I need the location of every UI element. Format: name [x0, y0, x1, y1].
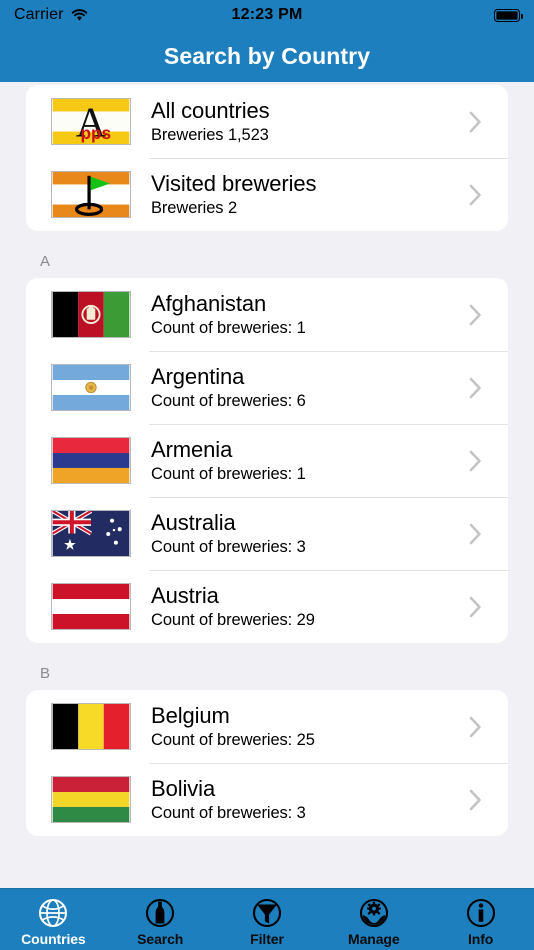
tab-countries[interactable]: Countries [0, 889, 107, 950]
list-item-title: All countries [151, 97, 270, 123]
list-item-text: Austria Count of breweries: 29 [151, 583, 469, 630]
tab-info[interactable]: Info [427, 889, 534, 950]
flag-argentina [51, 364, 131, 411]
flag-austria [51, 583, 131, 630]
list-item-text: Argentina Count of breweries: 6 [151, 364, 469, 411]
chevron-right-icon[interactable] [469, 111, 482, 133]
list-item[interactable]: Afghanistan Count of breweries: 1 [26, 278, 508, 351]
chevron-right-icon[interactable] [469, 377, 482, 399]
list-item-title: Visited breweries [151, 170, 317, 196]
tab-label: Manage [348, 930, 400, 947]
flag-afghanistan [51, 291, 131, 338]
chevron-right-icon[interactable] [469, 596, 482, 618]
list-item-subtitle: Count of breweries: 3 [151, 538, 306, 557]
chevron-right-icon[interactable] [469, 304, 482, 326]
tab-label: Countries [21, 930, 86, 947]
list-item-subtitle: Count of breweries: 29 [151, 611, 315, 630]
status-bar-left: Carrier [14, 6, 88, 24]
list-item-text: Australia Count of breweries: 3 [151, 510, 469, 557]
list-item-subtitle: Count of breweries: 25 [151, 731, 315, 750]
list-item-text: All countries Breweries 1,523 [151, 98, 469, 145]
status-bar-right [494, 8, 523, 22]
list-item-title: Austria [151, 582, 219, 608]
section-header-b: B [40, 665, 51, 682]
navigation-bar: Search by Country [0, 30, 534, 82]
list-section-shortcuts: A pps All countries Breweries 1,523 Visi… [26, 85, 508, 231]
flag-bolivia [51, 776, 131, 823]
carrier-label: Carrier [14, 6, 64, 23]
country-list-scroll[interactable]: A pps All countries Breweries 1,523 Visi… [0, 82, 534, 888]
funnel-icon [250, 896, 284, 930]
flag-armenia [51, 437, 131, 484]
list-item-text: Belgium Count of breweries: 25 [151, 703, 469, 750]
list-item-title: Argentina [151, 363, 245, 389]
tab-label: Filter [250, 930, 284, 947]
list-item-subtitle: Count of breweries: 1 [151, 465, 306, 484]
list-item-subtitle: Count of breweries: 3 [151, 804, 306, 823]
list-item[interactable]: Austria Count of breweries: 29 [26, 570, 508, 643]
list-item-subtitle: Count of breweries: 6 [151, 392, 306, 411]
list-item-subtitle: Breweries 2 [151, 199, 238, 218]
list-item-title: Armenia [151, 436, 233, 462]
list-item-title: Belgium [151, 702, 230, 728]
globe-icon [36, 896, 70, 930]
gear-hands-icon [357, 896, 391, 930]
section-header-a: A [40, 253, 51, 270]
list-item-text: Afghanistan Count of breweries: 1 [151, 291, 469, 338]
list-item-text: Bolivia Count of breweries: 3 [151, 776, 469, 823]
list-item[interactable]: Argentina Count of breweries: 6 [26, 351, 508, 424]
tab-search[interactable]: Search [107, 889, 214, 950]
wifi-icon [71, 8, 88, 22]
flag-australia [51, 510, 131, 557]
battery-full-icon [494, 8, 523, 22]
list-section-a: Afghanistan Count of breweries: 1 Argent… [26, 278, 508, 643]
tab-manage[interactable]: Manage [320, 889, 427, 950]
bottle-icon [143, 896, 177, 930]
app-root: Carrier 12:23 PM Search by Country A pps… [0, 0, 534, 950]
list-item-text: Visited breweries Breweries 2 [151, 171, 469, 218]
chevron-right-icon[interactable] [469, 789, 482, 811]
chevron-right-icon[interactable] [469, 716, 482, 738]
list-item[interactable]: Belgium Count of breweries: 25 [26, 690, 508, 763]
list-item-title: Australia [151, 509, 236, 535]
svg-text:pps: pps [80, 123, 111, 143]
list-item[interactable]: Visited breweries Breweries 2 [26, 158, 508, 231]
tab-bar: Countries Search Filter Manage Info [0, 888, 534, 950]
list-item[interactable]: Australia Count of breweries: 3 [26, 497, 508, 570]
page-title: Search by Country [163, 42, 371, 69]
list-item-subtitle: Count of breweries: 1 [151, 319, 306, 338]
list-item[interactable]: A pps All countries Breweries 1,523 [26, 85, 508, 158]
list-item-title: Afghanistan [151, 290, 267, 316]
chevron-right-icon[interactable] [469, 523, 482, 545]
list-item-subtitle: Breweries 1,523 [151, 126, 269, 145]
status-bar: Carrier 12:23 PM [0, 0, 534, 30]
tab-filter[interactable]: Filter [214, 889, 321, 950]
tab-label: Info [467, 930, 494, 947]
chevron-right-icon[interactable] [469, 184, 482, 206]
list-section-b: Belgium Count of breweries: 25 Bolivia C… [26, 690, 508, 836]
apps-logo-flag: A pps [51, 98, 131, 145]
list-item[interactable]: Armenia Count of breweries: 1 [26, 424, 508, 497]
chevron-right-icon[interactable] [469, 450, 482, 472]
info-icon [464, 896, 498, 930]
list-item-text: Armenia Count of breweries: 1 [151, 437, 469, 484]
list-item-title: Bolivia [151, 775, 216, 801]
golf-flag [51, 171, 131, 218]
list-item[interactable]: Bolivia Count of breweries: 3 [26, 763, 508, 836]
tab-label: Search [137, 930, 184, 947]
flag-belgium [51, 703, 131, 750]
